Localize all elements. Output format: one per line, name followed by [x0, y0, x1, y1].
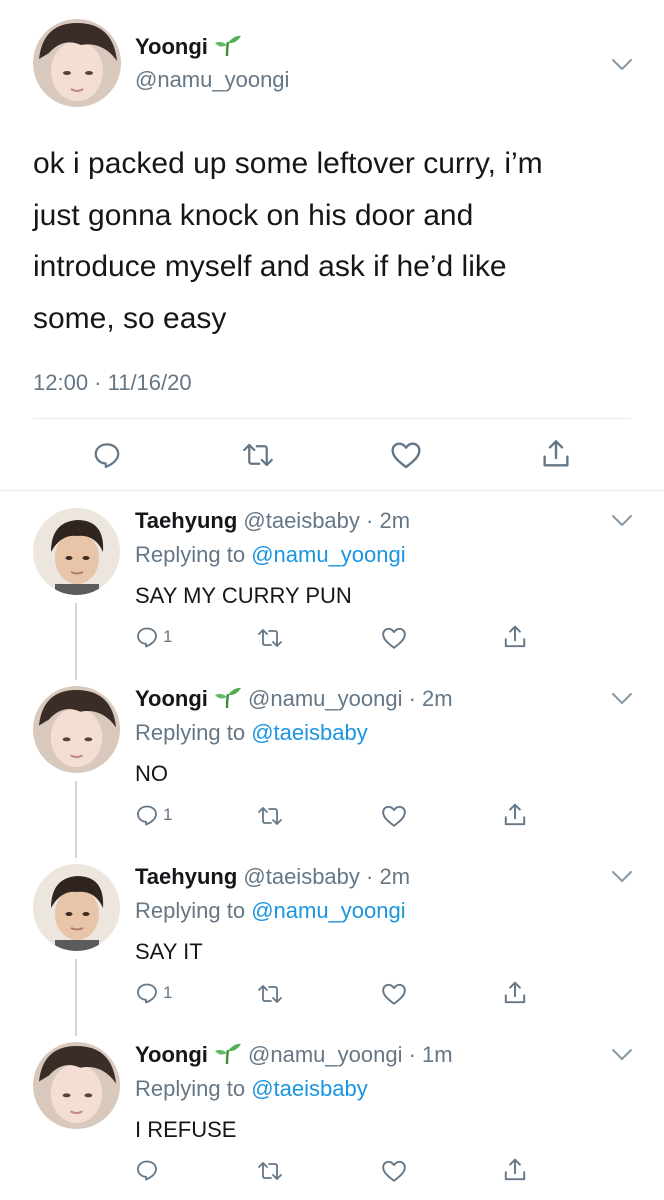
tweet-text: ok i packed up some leftover curry, i’m … — [33, 138, 543, 344]
author-handle[interactable]: @namu_yoongi — [135, 67, 289, 93]
chevron-down-icon[interactable] — [611, 692, 633, 706]
reply-count: 1 — [163, 627, 173, 646]
share-icon[interactable] — [502, 980, 528, 1006]
tweet-text-line: just gonna knock on his door and — [33, 198, 474, 232]
share-icon[interactable] — [502, 1157, 528, 1183]
reply-icon[interactable]: 1 — [135, 625, 172, 649]
avatar-yoongi[interactable] — [33, 19, 121, 107]
like-icon[interactable] — [381, 1159, 407, 1183]
share-icon[interactable] — [540, 438, 572, 470]
author-name[interactable]: Taehyung — [135, 508, 237, 533]
chevron-down-icon[interactable] — [611, 1048, 633, 1062]
author-name[interactable]: Yoongi — [135, 686, 208, 711]
replying-to-label: Replying to — [135, 720, 246, 745]
chevron-down-icon[interactable] — [611, 514, 633, 528]
author-name[interactable]: Yoongi — [135, 1042, 208, 1067]
reply-icon[interactable]: 1 — [135, 981, 172, 1005]
author-handle[interactable]: @namu_yoongi — [248, 1042, 402, 1067]
thread-line — [75, 959, 77, 1036]
tweet-time[interactable]: · 1m — [409, 1042, 453, 1067]
reply-count: 1 — [163, 805, 173, 824]
retweet-icon[interactable] — [256, 626, 284, 650]
like-icon[interactable] — [381, 626, 407, 650]
retweet-icon[interactable] — [256, 1159, 284, 1183]
thread-line — [75, 603, 77, 680]
reply-icon[interactable] — [135, 1158, 163, 1182]
avatar-yoongi[interactable] — [33, 686, 120, 773]
author-handle[interactable]: @taeisbaby — [243, 508, 360, 533]
tweet-time[interactable]: · 2m — [409, 686, 453, 711]
avatar-taehyung[interactable] — [33, 864, 120, 951]
like-icon[interactable] — [390, 440, 422, 470]
divider — [0, 490, 664, 491]
thread-line — [75, 781, 77, 858]
reply-icon[interactable] — [92, 440, 122, 470]
author-name[interactable]: Taehyung — [135, 864, 237, 889]
sprout-emoji — [214, 1042, 242, 1070]
like-icon[interactable] — [381, 804, 407, 828]
tweet-text-line: ok i packed up some leftover curry, i’m — [33, 147, 543, 180]
author-handle[interactable]: @namu_yoongi — [248, 686, 402, 711]
retweet-icon[interactable] — [256, 982, 284, 1006]
tweet-text-line: introduce myself and ask if he’d like — [33, 250, 507, 283]
tweet-timestamp[interactable]: 12:00 · 11/16/20 — [33, 370, 192, 396]
retweet-icon[interactable] — [241, 440, 275, 470]
replying-to-label: Replying to — [135, 1076, 246, 1101]
author-handle[interactable]: @taeisbaby — [243, 864, 360, 889]
replying-to-link[interactable]: @namu_yoongi — [251, 542, 405, 567]
retweet-icon[interactable] — [256, 804, 284, 828]
tweet-time[interactable]: · 2m — [366, 864, 410, 889]
tweet-text-line: some, so easy — [33, 301, 227, 335]
reply-text: SAY MY CURRY PUN — [135, 583, 352, 608]
replying-to-link[interactable]: @namu_yoongi — [251, 898, 405, 923]
replying-to-link[interactable]: @taeisbaby — [251, 720, 368, 745]
chevron-down-icon[interactable] — [611, 870, 633, 884]
tweet-time[interactable]: · 2m — [366, 508, 410, 533]
avatar-taehyung[interactable] — [33, 508, 120, 595]
reply-text: SAY IT — [135, 939, 203, 964]
replying-to-label: Replying to — [135, 542, 246, 567]
author-name[interactable]: Yoongi — [135, 34, 208, 59]
replying-to-label: Replying to — [135, 898, 246, 923]
share-icon[interactable] — [502, 802, 528, 828]
chevron-down-icon[interactable] — [611, 58, 633, 72]
divider — [33, 418, 631, 419]
reply-text: NO — [135, 761, 168, 786]
like-icon[interactable] — [381, 982, 407, 1006]
reply-text: I REFUSE — [135, 1117, 237, 1142]
replying-to-link[interactable]: @taeisbaby — [251, 1076, 368, 1101]
share-icon[interactable] — [502, 624, 528, 650]
sprout-emoji — [214, 686, 242, 714]
reply-count: 1 — [163, 983, 173, 1002]
avatar-yoongi[interactable] — [33, 1042, 120, 1129]
reply-icon[interactable]: 1 — [135, 803, 172, 827]
sprout-emoji — [214, 34, 242, 62]
